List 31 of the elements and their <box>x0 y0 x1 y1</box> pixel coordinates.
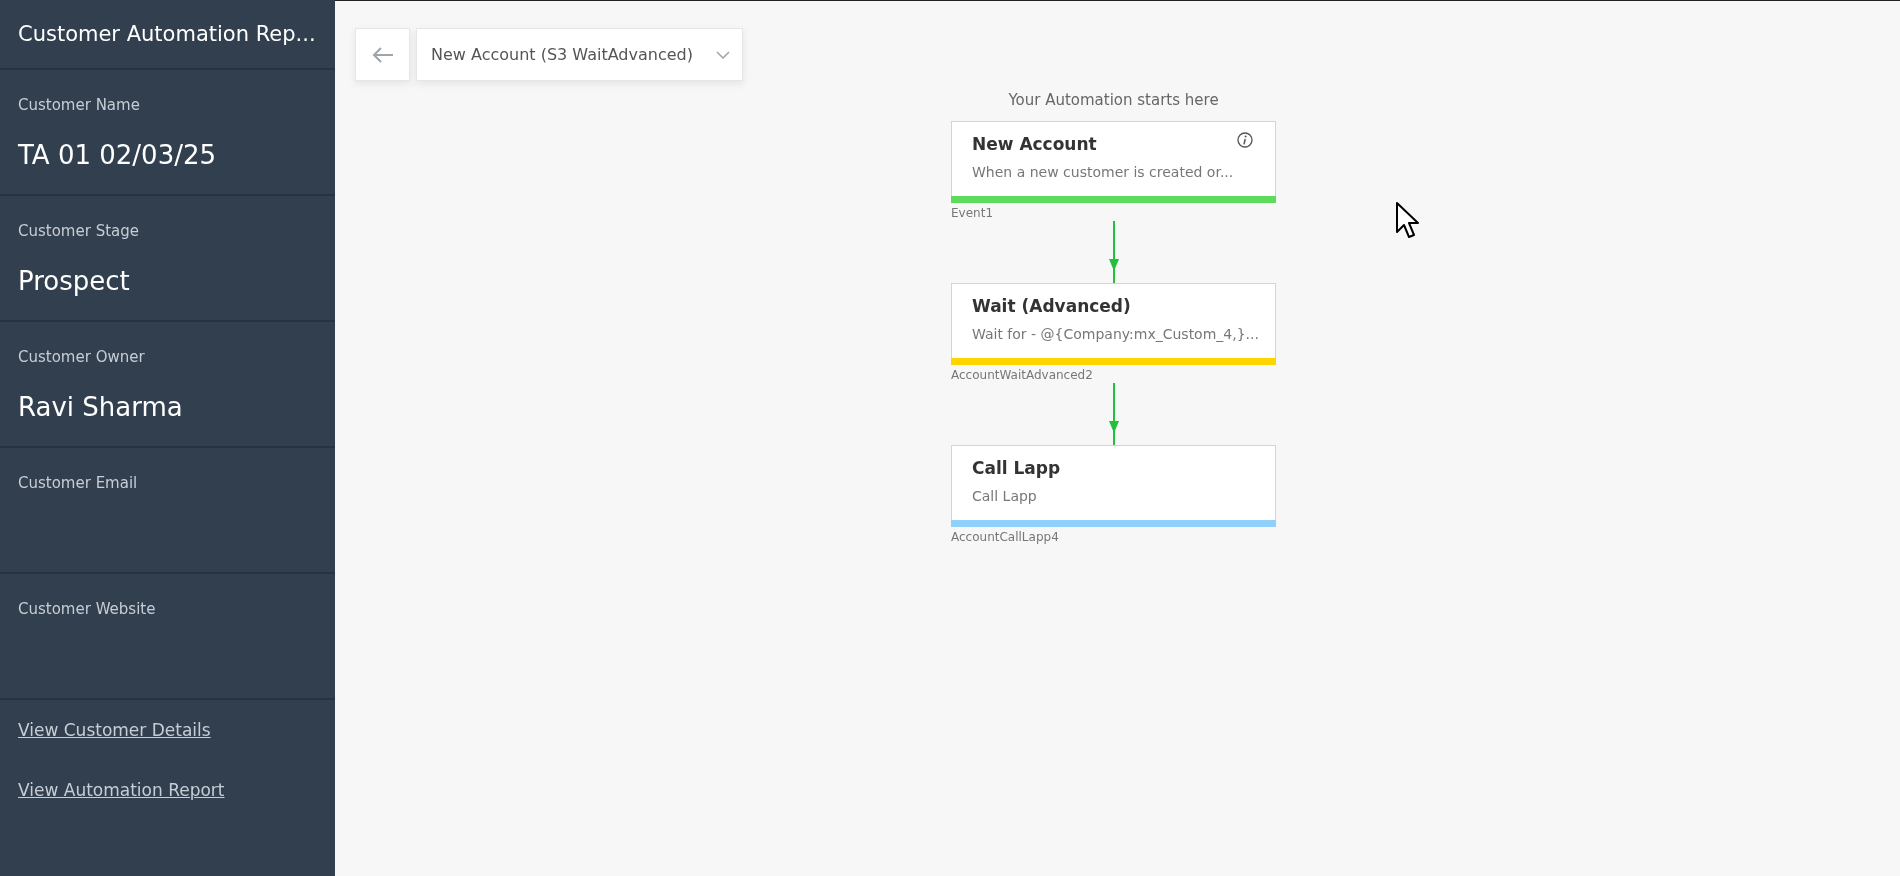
report-title: Customer Automation Rep... <box>18 22 316 46</box>
connector-arrow <box>1107 383 1120 445</box>
back-arrow-icon <box>370 45 395 64</box>
node-title: New Account <box>972 134 1097 154</box>
field-value: TA 01 02/03/25 <box>18 140 218 170</box>
field-label: Customer Stage <box>18 222 140 240</box>
flow-node[interactable]: Wait (Advanced) Wait for - @{Company:mx_Custom_4,}... <box>951 283 1276 365</box>
node-id-label: AccountWaitAdvanced2 <box>951 368 1093 383</box>
node-title: Wait (Advanced) <box>972 296 1131 316</box>
node-description: Call Lapp <box>972 488 1037 504</box>
node-id-label: Event1 <box>951 206 993 221</box>
node-description: When a new customer is created or... <box>972 164 1234 180</box>
flow-node[interactable]: New Account When a new customer is created or... <box>951 121 1276 203</box>
field-label: Customer Owner <box>18 348 146 366</box>
sidebar-link[interactable]: View Automation Report <box>18 780 225 800</box>
node-title: Call Lapp <box>972 458 1061 478</box>
mouse-pointer-icon <box>1395 201 1421 241</box>
node-id-label: AccountCallLapp4 <box>951 530 1059 545</box>
connector-arrow <box>1107 221 1120 283</box>
field-label: Customer Email <box>18 474 139 492</box>
flow-node[interactable]: Call Lapp Call Lapp <box>951 445 1276 527</box>
automation-dropdown[interactable]: New Account (S3 WaitAdvanced) <box>416 28 743 81</box>
sidebar-link[interactable]: View Customer Details <box>18 720 211 740</box>
info-icon[interactable] <box>1237 132 1253 148</box>
field-value: Ravi Sharma <box>18 392 184 422</box>
chevron-down-icon <box>716 50 730 59</box>
field-value: Prospect <box>18 266 131 296</box>
node-description: Wait for - @{Company:mx_Custom_4,}... <box>972 326 1259 342</box>
flow-heading: Your Automation starts here <box>1008 91 1219 109</box>
field-label: Customer Name <box>18 96 141 114</box>
field-label: Customer Website <box>18 600 157 618</box>
